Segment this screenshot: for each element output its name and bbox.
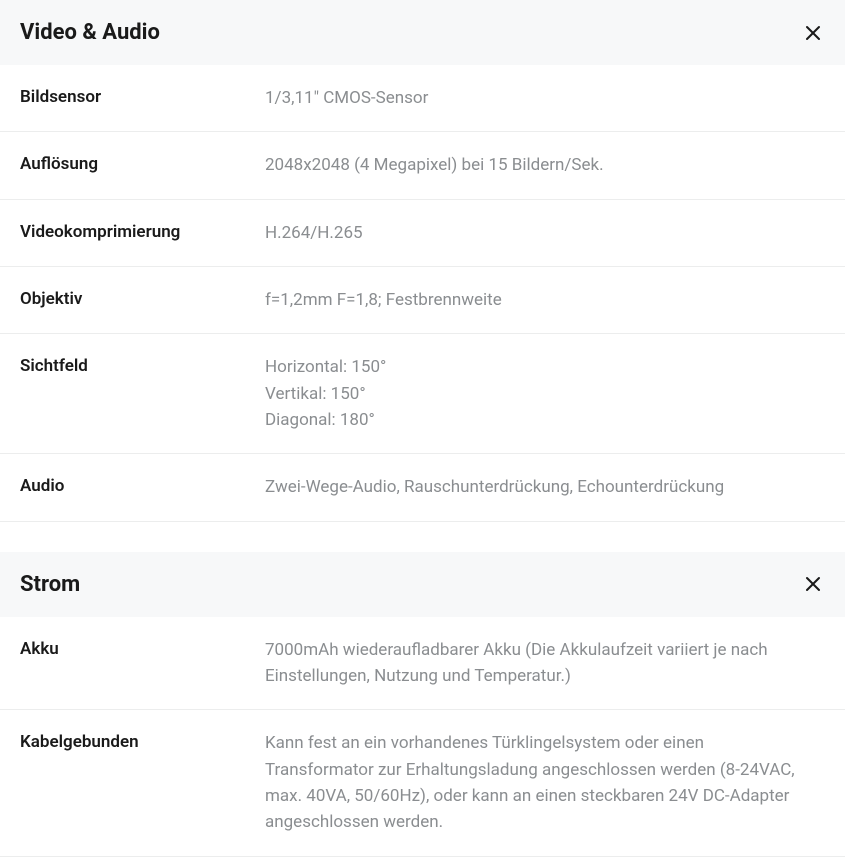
spec-value: H.264/H.265 xyxy=(265,220,825,246)
spec-label: Videokomprimierung xyxy=(20,220,265,246)
spec-label: Objektiv xyxy=(20,287,265,313)
section-header-strom[interactable]: Strom xyxy=(0,552,845,617)
spec-label: Bildsensor xyxy=(20,85,265,111)
spec-value: f=1,2mm F=1,8; Festbrennweite xyxy=(265,287,825,313)
spec-value: Horizontal: 150°Vertikal: 150°Diagonal: … xyxy=(265,354,825,433)
spec-row: Sichtfeld Horizontal: 150°Vertikal: 150°… xyxy=(0,334,845,454)
spec-row: Auflösung 2048x2048 (4 Megapixel) bei 15… xyxy=(0,132,845,199)
spec-value: 7000mAh wiederaufladbarer Akku (Die Akku… xyxy=(265,637,825,690)
section-header-video-audio[interactable]: Video & Audio xyxy=(0,0,845,65)
spec-row: Audio Zwei-Wege-Audio, Rauschunterdrücku… xyxy=(0,454,845,521)
section-title: Video & Audio xyxy=(20,20,160,45)
spec-label: Sichtfeld xyxy=(20,354,265,433)
spec-row: Kabelgebunden Kann fest an ein vorhanden… xyxy=(0,710,845,856)
spec-value: 1/3,11" CMOS-Sensor xyxy=(265,85,825,111)
spec-row: Videokomprimierung H.264/H.265 xyxy=(0,200,845,267)
section-title: Strom xyxy=(20,572,80,597)
spec-row: Objektiv f=1,2mm F=1,8; Festbrennweite xyxy=(0,267,845,334)
section-gap xyxy=(0,522,845,552)
spec-label: Akku xyxy=(20,637,265,690)
spec-row: Akku 7000mAh wiederaufladbarer Akku (Die… xyxy=(0,617,845,711)
close-icon[interactable] xyxy=(801,21,825,45)
spec-label: Auflösung xyxy=(20,152,265,178)
spec-value: Zwei-Wege-Audio, Rauschunterdrückung, Ec… xyxy=(265,474,825,500)
spec-value: 2048x2048 (4 Megapixel) bei 15 Bildern/S… xyxy=(265,152,825,178)
spec-value: Kann fest an ein vorhandenes Türklingels… xyxy=(265,730,825,835)
spec-label: Audio xyxy=(20,474,265,500)
spec-label: Kabelgebunden xyxy=(20,730,265,835)
close-icon[interactable] xyxy=(801,572,825,596)
spec-row: Bildsensor 1/3,11" CMOS-Sensor xyxy=(0,65,845,132)
